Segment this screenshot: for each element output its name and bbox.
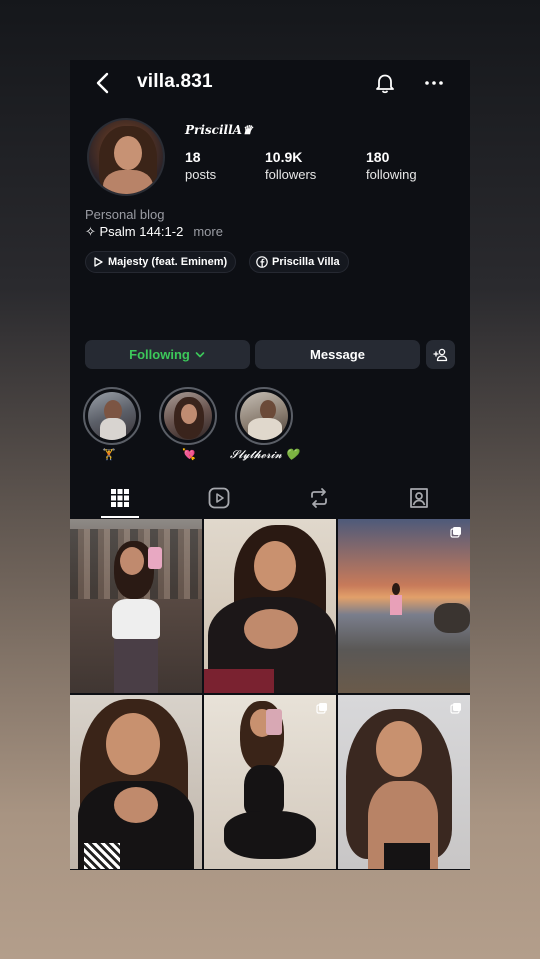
following-count: 180: [366, 149, 390, 165]
notification-bell-icon[interactable]: [373, 71, 397, 95]
link-chip-facebook-label: Priscilla Villa: [272, 256, 340, 268]
bio-more-link[interactable]: more: [193, 224, 223, 239]
story-highlight-1[interactable]: [83, 387, 141, 445]
stat-posts[interactable]: 18 posts: [185, 149, 216, 182]
profile-username: villa.831: [137, 71, 213, 92]
grid-post-2[interactable]: [204, 519, 336, 693]
highlight-label-1: 🏋: [102, 449, 116, 461]
reels-icon[interactable]: [207, 486, 231, 510]
grid-post-3[interactable]: [338, 519, 470, 693]
following-button[interactable]: Following: [85, 340, 250, 369]
following-label: following: [366, 167, 417, 182]
link-chip-music-label: Majesty (feat. Eminem): [108, 256, 228, 268]
play-icon: [94, 257, 103, 267]
back-arrow-icon[interactable]: [92, 70, 116, 96]
profile-avatar[interactable]: [87, 118, 165, 196]
facebook-icon: [256, 256, 268, 268]
highlight-label-3: 𝓢𝓵𝔂𝓽𝓱𝓮𝓻𝓲𝓷 💚: [230, 448, 300, 461]
posts-count: 18: [185, 149, 201, 165]
active-tab-indicator: [101, 516, 139, 518]
profile-category: Personal blog: [85, 207, 165, 222]
post-grid: [70, 519, 470, 870]
stat-followers[interactable]: 10.9K followers: [265, 149, 316, 182]
message-button[interactable]: Message: [255, 340, 420, 369]
carousel-icon: [450, 703, 461, 714]
repost-icon[interactable]: [307, 486, 331, 510]
add-user-icon: [432, 348, 447, 361]
followers-count: 10.9K: [265, 149, 303, 165]
carousel-icon: [450, 527, 461, 538]
stat-following[interactable]: 180 following: [366, 149, 417, 182]
bio-text: ✧ Psalm 144:1-2: [85, 224, 184, 239]
display-name: 𝑷𝒓𝒊𝒔𝒄𝒊𝒍𝒍𝑨♛: [185, 123, 253, 137]
profile-screen: villa.831 𝑷𝒓𝒊𝒔𝒄𝒊𝒍𝒍𝑨♛ 18 posts 10.9K foll…: [70, 60, 470, 870]
posts-label: posts: [185, 167, 217, 182]
link-chip-music[interactable]: Majesty (feat. Eminem): [85, 251, 237, 273]
grid-post-1[interactable]: [70, 519, 202, 693]
followers-label: followers: [265, 167, 317, 182]
message-button-label: Message: [310, 347, 365, 362]
profile-bio: ✧ Psalm 144:1-2 more: [85, 224, 223, 240]
grid-icon[interactable]: [108, 486, 132, 510]
carousel-icon: [316, 703, 327, 714]
grid-post-4[interactable]: [70, 695, 202, 869]
profile-tabs: [70, 480, 470, 518]
grid-post-5[interactable]: [204, 695, 336, 869]
grid-post-6[interactable]: [338, 695, 470, 869]
story-highlight-3[interactable]: [235, 387, 293, 445]
top-bar: villa.831: [70, 60, 470, 106]
link-chip-facebook[interactable]: Priscilla Villa: [249, 251, 349, 273]
highlight-label-2: 💘: [182, 449, 196, 461]
chevron-down-icon: [195, 351, 205, 357]
story-highlight-2[interactable]: [159, 387, 217, 445]
following-button-label: Following: [129, 347, 190, 362]
more-options-icon[interactable]: [422, 71, 446, 95]
suggested-accounts-button[interactable]: [426, 340, 455, 369]
tagged-icon[interactable]: [407, 486, 431, 510]
